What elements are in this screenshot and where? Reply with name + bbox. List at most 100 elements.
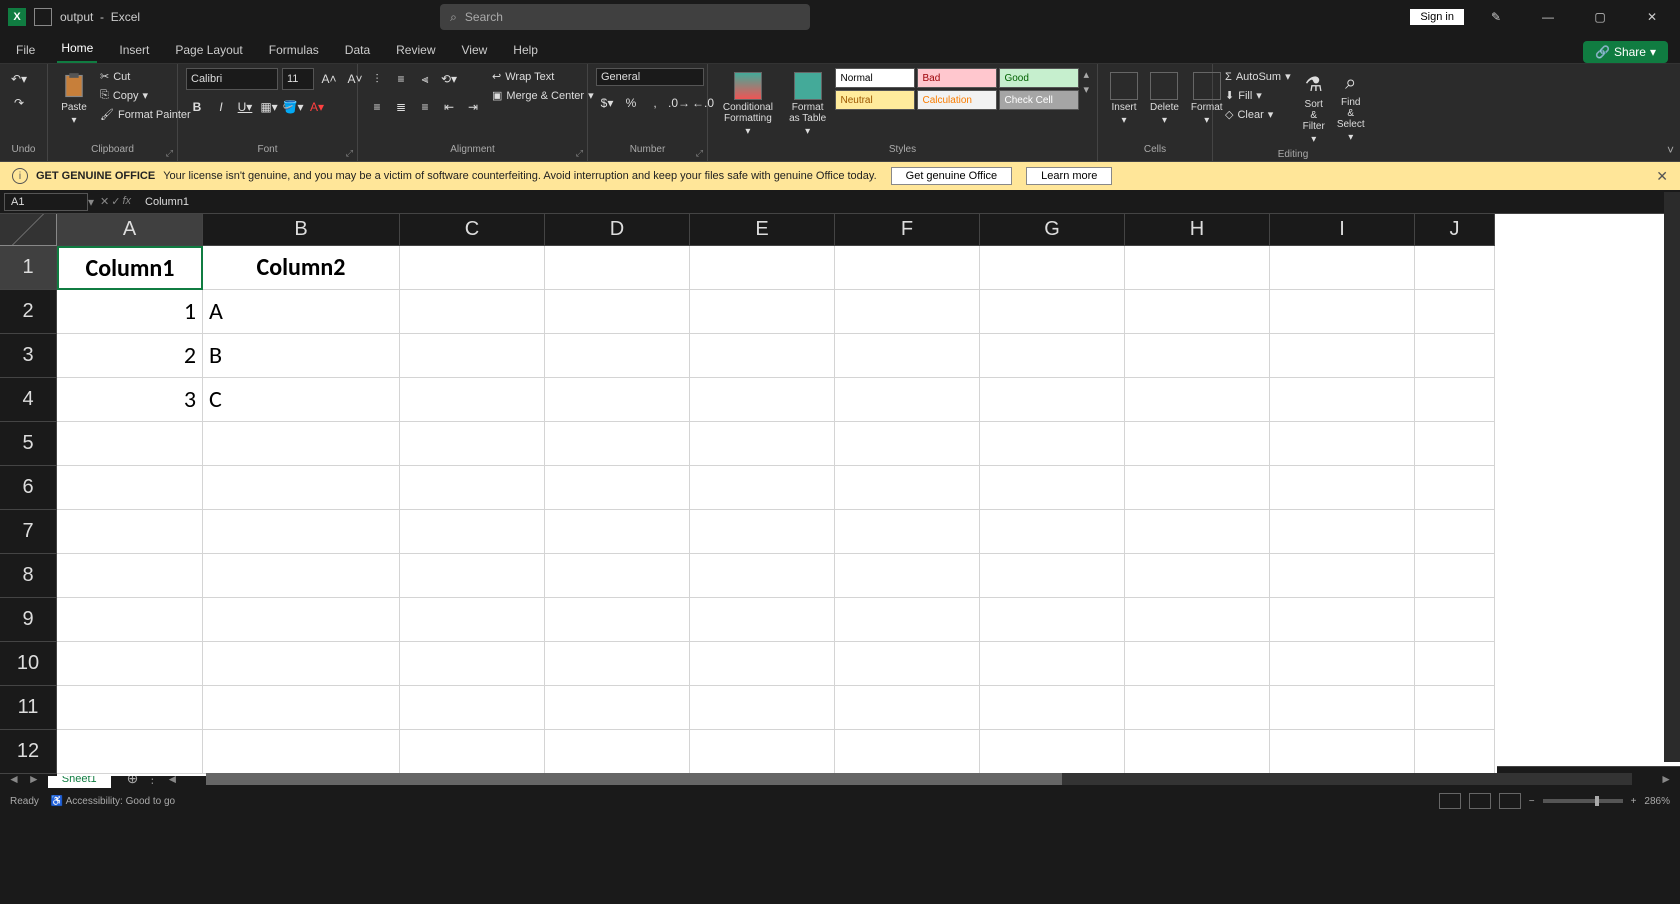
column-header-G[interactable]: G (980, 214, 1125, 246)
currency-button[interactable]: $▾ (596, 92, 618, 114)
name-box[interactable] (4, 193, 88, 211)
wrap-text-button[interactable]: ↩ Wrap Text (488, 68, 598, 85)
clear-button[interactable]: ◇ Clear ▾ (1221, 106, 1295, 123)
cell-I10[interactable] (1270, 642, 1415, 686)
column-header-C[interactable]: C (400, 214, 545, 246)
cell-F10[interactable] (835, 642, 980, 686)
view-page-break-button[interactable] (1499, 793, 1521, 809)
insert-cells-button[interactable]: Insert▾ (1106, 68, 1142, 130)
row-header-12[interactable]: 12 (0, 730, 57, 774)
cell-C12[interactable] (400, 730, 545, 774)
cell-B11[interactable] (203, 686, 400, 730)
cell-I4[interactable] (1270, 378, 1415, 422)
cell-C7[interactable] (400, 510, 545, 554)
percent-button[interactable]: % (620, 92, 642, 114)
italic-button[interactable]: I (210, 96, 232, 118)
align-bottom-button[interactable]: ⫷ (414, 68, 436, 90)
zoom-out-button[interactable]: − (1529, 796, 1535, 807)
cell-D5[interactable] (545, 422, 690, 466)
zoom-level[interactable]: 286% (1644, 796, 1670, 807)
tab-review[interactable]: Review (392, 37, 439, 63)
cell-A2[interactable]: 1 (57, 290, 203, 334)
cell-B3[interactable]: B (203, 334, 400, 378)
cell-I3[interactable] (1270, 334, 1415, 378)
orientation-button[interactable]: ⟲▾ (438, 68, 460, 90)
underline-button[interactable]: U▾ (234, 96, 256, 118)
cell-F12[interactable] (835, 730, 980, 774)
cell-F2[interactable] (835, 290, 980, 334)
cell-E5[interactable] (690, 422, 835, 466)
comma-button[interactable]: , (644, 92, 666, 114)
banner-close-button[interactable]: ✕ (1656, 168, 1668, 185)
cell-C11[interactable] (400, 686, 545, 730)
cell-B2[interactable]: A (203, 290, 400, 334)
paste-button[interactable]: Paste▾ (56, 68, 92, 130)
cell-A6[interactable] (57, 466, 203, 510)
column-header-B[interactable]: B (203, 214, 400, 246)
cell-J10[interactable] (1415, 642, 1495, 686)
cell-C2[interactable] (400, 290, 545, 334)
cell-H5[interactable] (1125, 422, 1270, 466)
row-header-7[interactable]: 7 (0, 510, 57, 554)
row-header-4[interactable]: 4 (0, 378, 57, 422)
row-header-8[interactable]: 8 (0, 554, 57, 598)
learn-more-button[interactable]: Learn more (1026, 167, 1112, 185)
cell-G9[interactable] (980, 598, 1125, 642)
align-middle-button[interactable]: ≡ (390, 68, 412, 90)
merge-center-button[interactable]: ▣ Merge & Center ▾ (488, 87, 598, 104)
format-as-table-button[interactable]: Format as Table▾ (784, 68, 832, 141)
cell-J11[interactable] (1415, 686, 1495, 730)
cell-G5[interactable] (980, 422, 1125, 466)
cell-J1[interactable] (1415, 246, 1495, 290)
close-button[interactable]: ✕ (1632, 2, 1672, 32)
fx-icon[interactable]: fx (122, 195, 131, 208)
decrease-decimal-button[interactable]: ←.0 (692, 92, 714, 114)
cell-D6[interactable] (545, 466, 690, 510)
cell-G10[interactable] (980, 642, 1125, 686)
select-all-corner[interactable] (0, 214, 57, 246)
cell-J2[interactable] (1415, 290, 1495, 334)
share-button[interactable]: 🔗 Share ▾ (1583, 41, 1668, 63)
row-header-3[interactable]: 3 (0, 334, 57, 378)
formula-input[interactable] (137, 194, 1661, 210)
cell-E11[interactable] (690, 686, 835, 730)
cell-J8[interactable] (1415, 554, 1495, 598)
cell-A4[interactable]: 3 (57, 378, 203, 422)
number-launcher[interactable]: ⤢ (696, 148, 703, 159)
cell-H2[interactable] (1125, 290, 1270, 334)
cell-I8[interactable] (1270, 554, 1415, 598)
undo-button[interactable]: ↶▾ (8, 68, 30, 90)
row-header-11[interactable]: 11 (0, 686, 57, 730)
column-header-D[interactable]: D (545, 214, 690, 246)
cell-E8[interactable] (690, 554, 835, 598)
view-normal-button[interactable] (1439, 793, 1461, 809)
search-box[interactable]: ⌕ Search (440, 4, 810, 30)
border-button[interactable]: ▦▾ (258, 96, 280, 118)
sort-filter-button[interactable]: ⚗Sort & Filter▾ (1299, 68, 1329, 149)
cell-B7[interactable] (203, 510, 400, 554)
cell-D10[interactable] (545, 642, 690, 686)
conditional-formatting-button[interactable]: Conditional Formatting▾ (716, 68, 780, 141)
cell-I5[interactable] (1270, 422, 1415, 466)
style-normal[interactable]: Normal (835, 68, 915, 88)
cell-J12[interactable] (1415, 730, 1495, 774)
font-size-select[interactable] (282, 68, 314, 90)
cell-A9[interactable] (57, 598, 203, 642)
font-launcher[interactable]: ⤢ (346, 148, 353, 159)
cancel-formula-icon[interactable]: ✕ (100, 195, 109, 208)
cell-G6[interactable] (980, 466, 1125, 510)
column-header-E[interactable]: E (690, 214, 835, 246)
cell-A10[interactable] (57, 642, 203, 686)
tab-insert[interactable]: Insert (115, 37, 153, 63)
horizontal-scrollbar[interactable] (206, 773, 1632, 785)
cell-F9[interactable] (835, 598, 980, 642)
cell-E6[interactable] (690, 466, 835, 510)
cell-E4[interactable] (690, 378, 835, 422)
cell-A11[interactable] (57, 686, 203, 730)
alignment-launcher[interactable]: ⤢ (576, 148, 583, 159)
cell-E9[interactable] (690, 598, 835, 642)
cell-H8[interactable] (1125, 554, 1270, 598)
cell-H7[interactable] (1125, 510, 1270, 554)
cell-H1[interactable] (1125, 246, 1270, 290)
cell-D8[interactable] (545, 554, 690, 598)
